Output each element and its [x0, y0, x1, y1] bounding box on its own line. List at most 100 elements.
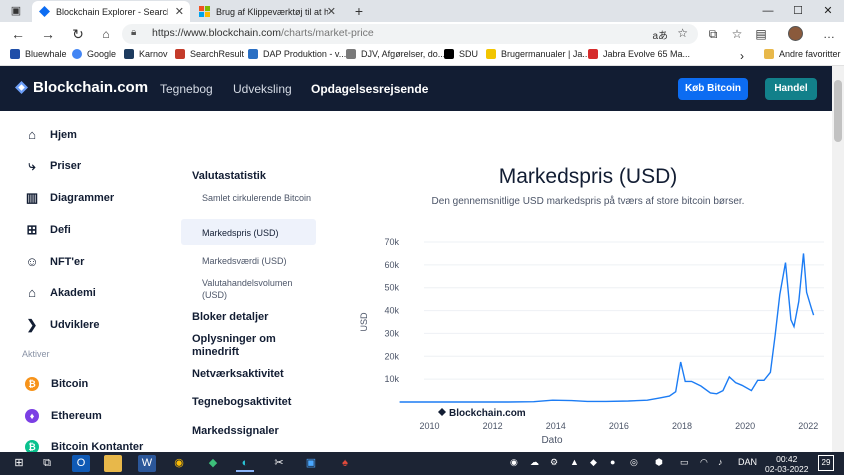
academy-icon: ⌂: [28, 285, 36, 300]
sidebar-item-ethereum[interactable]: ♦ Ethereum: [24, 407, 102, 425]
snipping-tool-icon[interactable]: ✂: [270, 455, 288, 472]
edge-icon[interactable]: ◐: [236, 455, 254, 472]
y-tick-label: 10k: [384, 374, 399, 384]
refresh-icon[interactable]: ↻: [68, 24, 88, 44]
submenu-item-active[interactable]: Markedspris (USD): [202, 227, 279, 239]
photos-icon[interactable]: ▣: [302, 455, 320, 472]
favorites-icon[interactable]: ☆: [728, 25, 746, 43]
bookmark-item[interactable]: Bluewhale: [10, 49, 67, 59]
submenu-item[interactable]: Valutahandelsvolumen (USD): [202, 277, 312, 301]
bookmark-item[interactable]: Karnov: [124, 49, 168, 59]
x-axis-label: Dato: [541, 435, 563, 446]
tray-icon[interactable]: ⬢: [655, 457, 663, 468]
browser-tab[interactable]: Brug af Klippeværktøj til at hente ✕: [192, 1, 342, 22]
new-tab-button[interactable]: +: [349, 3, 369, 19]
site-header: Blockchain.com Tegnebog Udveksling Opdag…: [0, 66, 832, 111]
submenu-group[interactable]: Markedssignaler: [192, 425, 279, 438]
nav-udveksling[interactable]: Udveksling: [233, 82, 292, 96]
minimize-button[interactable]: —: [754, 2, 782, 20]
tray-icon[interactable]: ▲: [570, 457, 579, 467]
profile-avatar[interactable]: [788, 26, 803, 41]
address-bar[interactable]: 🔒︎ https://www.blockchain.com/charts/mar…: [122, 24, 698, 44]
bookmarks-more-icon[interactable]: ›: [740, 49, 744, 63]
folder-icon: [764, 49, 774, 59]
task-view-icon[interactable]: ⧉: [38, 455, 56, 472]
submenu-heading[interactable]: Valutastatistik: [192, 170, 266, 183]
bookmark-item[interactable]: DJV, Afgørelser, do...: [346, 49, 445, 59]
app-icon[interactable]: ◆: [204, 455, 222, 472]
file-explorer-icon[interactable]: [104, 455, 122, 472]
taskbar-clock[interactable]: 00:42 02-03-2022: [765, 454, 808, 474]
browser-titlebar: ▣ Blockchain Explorer - Search the ✕ Bru…: [0, 0, 844, 22]
sidebar-item-nft[interactable]: ☺ NFT'er: [24, 253, 84, 271]
sidebar-item-defi[interactable]: ⊞ Defi: [24, 221, 71, 239]
sidebar-item-bitcoin[interactable]: ₿ Bitcoin: [24, 375, 88, 393]
tray-icon[interactable]: ●: [610, 457, 615, 467]
tab-actions-icon[interactable]: ▣: [6, 3, 26, 19]
favorite-star-icon[interactable]: ☆: [677, 26, 688, 40]
sidebar-item-hjem[interactable]: ⌂ Hjem: [24, 126, 77, 144]
maximize-button[interactable]: ☐: [784, 2, 812, 20]
x-tick-label: 2018: [672, 421, 692, 431]
buy-bitcoin-button[interactable]: Køb Bitcoin: [678, 78, 748, 100]
bookmark-item[interactable]: Jabra Evolve 65 Ma...: [588, 49, 690, 59]
tray-icon[interactable]: ⚙: [550, 457, 558, 468]
word-icon[interactable]: W: [138, 455, 156, 472]
bookmark-item[interactable]: Google: [72, 49, 116, 59]
url-text[interactable]: https://www.blockchain.com/charts/market…: [152, 27, 374, 39]
language-indicator[interactable]: DAN: [738, 457, 757, 467]
browser-tab-active[interactable]: Blockchain Explorer - Search the ✕: [32, 1, 190, 22]
close-tab-icon[interactable]: ✕: [175, 5, 184, 18]
notification-badge[interactable]: 29: [818, 455, 834, 471]
sidebar-item-diagrammer[interactable]: ▥ Diagrammer: [24, 189, 114, 207]
home-button-icon[interactable]: ⌂: [96, 24, 116, 44]
submenu-item[interactable]: Markedsværdi (USD): [202, 255, 287, 267]
submenu-item[interactable]: Samlet cirkulerende Bitcoin: [202, 192, 312, 204]
sidebar-section-label: Aktiver: [22, 349, 50, 359]
collections-icon[interactable]: ▤: [752, 25, 770, 43]
blockchain-logo[interactable]: Blockchain.com: [15, 79, 148, 96]
close-tab-icon[interactable]: ✕: [327, 5, 336, 18]
chrome-icon[interactable]: ◉: [170, 455, 188, 472]
network-icon[interactable]: ▭: [680, 457, 689, 468]
submenu-group[interactable]: Tegnebogsaktivitet: [192, 396, 291, 409]
sidebar-item-akademi[interactable]: ⌂ Akademi: [24, 284, 96, 302]
trade-button[interactable]: Handel: [765, 78, 817, 100]
bookmark-item[interactable]: DAP Produktion - v...: [248, 49, 346, 59]
extensions-icon[interactable]: ⧉: [704, 25, 722, 43]
tray-icon[interactable]: ☁: [530, 457, 539, 468]
windows-start-icon[interactable]: ⊞: [10, 455, 28, 472]
tab-title: Brug af Klippeværktøj til at hente: [216, 6, 328, 17]
close-window-button[interactable]: ✕: [814, 2, 842, 20]
more-menu-icon[interactable]: …: [820, 25, 838, 43]
x-tick-label: 2012: [483, 421, 503, 431]
nav-tegnebog[interactable]: Tegnebog: [160, 82, 213, 96]
outlook-icon[interactable]: O: [72, 455, 90, 472]
app-icon[interactable]: ♠: [336, 455, 354, 472]
submenu-group[interactable]: Netværksaktivitet: [192, 368, 284, 381]
submenu-group[interactable]: Oplysninger om minedrift: [192, 333, 302, 359]
page-scrollbar-thumb[interactable]: [834, 80, 842, 142]
wifi-icon[interactable]: ◠: [700, 457, 708, 468]
watermark-text: Blockchain.com: [449, 408, 526, 419]
forward-icon[interactable]: →: [38, 24, 58, 44]
nav-opdagelsesrejsende[interactable]: Opdagelsesrejsende: [311, 82, 428, 96]
bookmark-favicon-icon: [124, 49, 134, 59]
submenu-group[interactable]: Bloker detaljer: [192, 311, 268, 324]
bookmark-item[interactable]: Brugermanualer | Ja...: [486, 49, 590, 59]
read-aloud-icon[interactable]: aあ: [652, 27, 668, 42]
bookmark-item[interactable]: SearchResult: [175, 49, 244, 59]
volume-icon[interactable]: ♪: [718, 457, 723, 467]
tray-icon[interactable]: ◉: [510, 457, 518, 468]
tray-icon[interactable]: ◎: [630, 457, 638, 468]
bookmark-item[interactable]: SDU: [444, 49, 478, 59]
back-icon[interactable]: ←: [8, 24, 28, 44]
sidebar-item-priser[interactable]: ⤷ Priser: [24, 157, 81, 175]
blockchain-logo-icon: [15, 81, 28, 94]
bookmark-favicon-icon: [346, 49, 356, 59]
tray-icon[interactable]: ◆: [590, 457, 597, 468]
other-favorites-folder[interactable]: Andre favoritter: [764, 49, 841, 59]
y-tick-label: 40k: [384, 306, 399, 316]
sidebar-item-udviklere[interactable]: ❯ Udviklere: [24, 316, 100, 334]
google-icon: [72, 49, 82, 59]
